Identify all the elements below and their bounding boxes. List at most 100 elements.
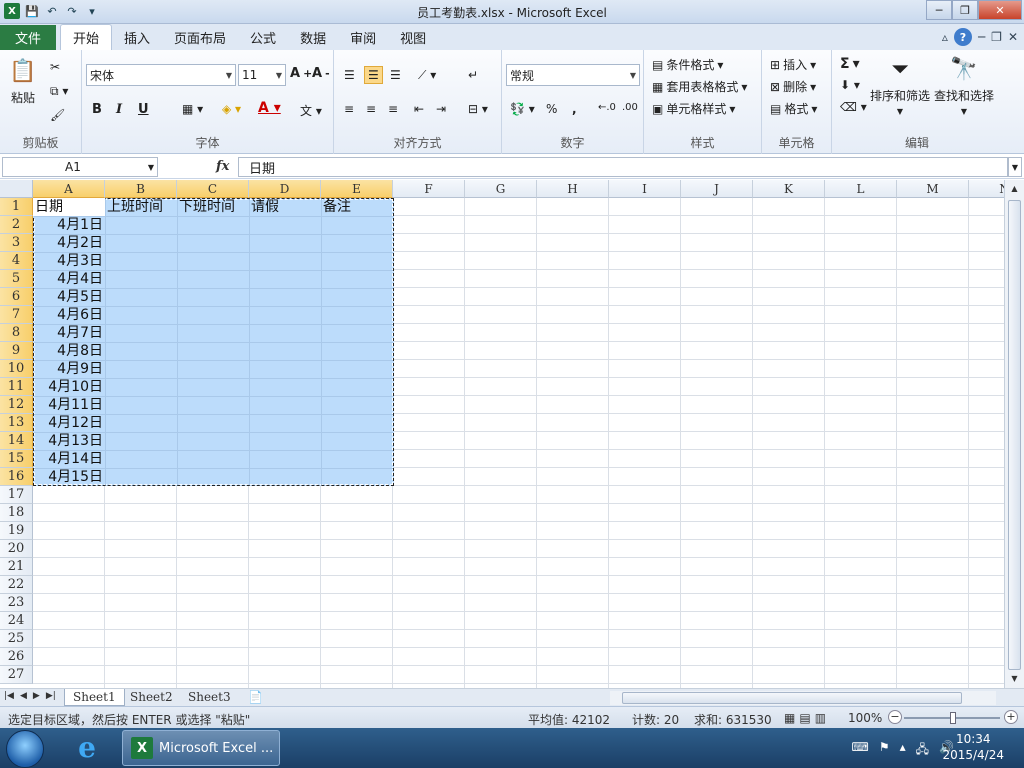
- increase-indent-icon[interactable]: ⇥: [436, 102, 446, 116]
- format-painter-icon[interactable]: 🖌: [50, 108, 65, 122]
- row-header-24[interactable]: 24: [0, 612, 33, 630]
- row-header-8[interactable]: 8: [0, 324, 33, 342]
- date-cell[interactable]: 4月4日: [33, 270, 105, 288]
- column-header-m[interactable]: M: [897, 180, 969, 198]
- zoom-slider[interactable]: − +: [888, 710, 1018, 725]
- date-cell[interactable]: 4月11日: [33, 396, 105, 414]
- date-cell[interactable]: 4月10日: [33, 378, 105, 396]
- date-cell[interactable]: 4月15日: [33, 468, 105, 486]
- date-cell[interactable]: 4月8日: [33, 342, 105, 360]
- row-header-23[interactable]: 23: [0, 594, 33, 612]
- date-cell[interactable]: 4月12日: [33, 414, 105, 432]
- name-box[interactable]: A1 ▼: [2, 157, 158, 177]
- font-color-icon[interactable]: A ▾: [258, 100, 281, 116]
- header-cell[interactable]: 备注: [323, 198, 392, 216]
- row-header-4[interactable]: 4: [0, 252, 33, 270]
- internet-explorer-icon[interactable]: e: [70, 732, 104, 764]
- date-cell[interactable]: 4月5日: [33, 288, 105, 306]
- row-header-27[interactable]: 27: [0, 666, 33, 684]
- help-icon[interactable]: ?: [953, 28, 972, 46]
- wrap-text-icon[interactable]: ↵: [468, 68, 478, 82]
- font-name-combo[interactable]: 宋体 ▼: [86, 64, 236, 86]
- row-header-1[interactable]: 1: [0, 198, 33, 216]
- paste-button[interactable]: 📋 粘贴: [8, 56, 38, 106]
- cut-icon[interactable]: ✂: [50, 60, 60, 74]
- column-header-c[interactable]: C: [177, 180, 249, 198]
- header-cell[interactable]: 日期: [35, 198, 104, 216]
- new-sheet-icon[interactable]: 📄: [240, 689, 271, 706]
- header-cell[interactable]: 请假: [251, 198, 320, 216]
- tab-insert[interactable]: 插入: [112, 24, 162, 50]
- workbook-close-icon[interactable]: ✕: [1008, 30, 1018, 44]
- expand-formula-icon[interactable]: ▼: [1008, 157, 1022, 177]
- header-cell[interactable]: 下班时间: [179, 198, 248, 216]
- zoom-out-icon[interactable]: −: [888, 710, 902, 724]
- align-left-icon[interactable]: ≡: [344, 102, 354, 116]
- align-center-icon[interactable]: ≡: [366, 102, 376, 116]
- date-cell[interactable]: 4月9日: [33, 360, 105, 378]
- align-middle-icon[interactable]: ☰: [364, 66, 383, 84]
- increase-decimal-icon[interactable]: ←.0: [598, 102, 616, 113]
- row-header-26[interactable]: 26: [0, 648, 33, 666]
- restore-button[interactable]: ❐: [952, 0, 978, 20]
- keyboard-icon[interactable]: ⌨: [852, 740, 869, 761]
- find-select-button[interactable]: 🔭 查找和选择 ▼: [934, 54, 994, 117]
- date-cell[interactable]: 4月13日: [33, 432, 105, 450]
- input-method-icon[interactable]: ⚑: [879, 740, 890, 761]
- column-header-k[interactable]: K: [753, 180, 825, 198]
- row-header-14[interactable]: 14: [0, 432, 33, 450]
- column-header-h[interactable]: H: [537, 180, 609, 198]
- comma-button[interactable]: ,: [572, 102, 577, 116]
- tab-formulas[interactable]: 公式: [238, 24, 288, 50]
- phonetic-icon[interactable]: 文 ▾: [300, 102, 322, 119]
- column-header-l[interactable]: L: [825, 180, 897, 198]
- currency-icon[interactable]: 💱 ▾: [510, 102, 535, 116]
- row-header-21[interactable]: 21: [0, 558, 33, 576]
- tab-home[interactable]: 开始: [60, 24, 113, 50]
- row-header-15[interactable]: 15: [0, 450, 33, 468]
- minimize-button[interactable]: ─: [926, 0, 952, 20]
- system-clock[interactable]: 10:34 2015/4/24: [942, 731, 1004, 763]
- insert-function-icon[interactable]: fx: [216, 159, 229, 174]
- workbook-restore-icon[interactable]: ❐: [991, 30, 1002, 44]
- column-header-d[interactable]: D: [249, 180, 321, 198]
- normal-view-icon[interactable]: ▦: [784, 711, 795, 725]
- row-header-17[interactable]: 17: [0, 486, 33, 504]
- sort-filter-button[interactable]: ⏷ 排序和筛选 ▼: [870, 54, 930, 117]
- tab-review[interactable]: 审阅: [338, 24, 388, 50]
- table-format-button[interactable]: ▦ 套用表格格式 ▾: [652, 78, 747, 95]
- show-hidden-icons-icon[interactable]: ▴: [900, 740, 906, 761]
- autosum-button[interactable]: Σ ▾: [840, 56, 860, 72]
- select-all-corner[interactable]: [0, 180, 33, 198]
- orientation-icon[interactable]: ⟋ ▾: [418, 68, 436, 83]
- close-button[interactable]: ✕: [978, 0, 1022, 20]
- page-layout-view-icon[interactable]: ▤: [799, 711, 810, 725]
- merge-center-icon[interactable]: ⊟ ▾: [468, 102, 488, 116]
- date-cell[interactable]: 4月14日: [33, 450, 105, 468]
- worksheet-grid[interactable]: ABCDEFGHIJKLMN12345678910111213141516171…: [0, 180, 1004, 688]
- insert-cells-button[interactable]: ⊞ 插入 ▾: [770, 56, 816, 73]
- font-size-combo[interactable]: 11 ▼: [238, 64, 286, 86]
- tab-view[interactable]: 视图: [388, 24, 438, 50]
- underline-button[interactable]: U: [138, 102, 149, 117]
- scroll-up-icon[interactable]: ▲: [1008, 184, 1021, 196]
- row-header-7[interactable]: 7: [0, 306, 33, 324]
- row-header-5[interactable]: 5: [0, 270, 33, 288]
- row-header-11[interactable]: 11: [0, 378, 33, 396]
- clear-icon[interactable]: ⌫ ▾: [840, 100, 867, 114]
- network-icon[interactable]: 🖧: [916, 740, 929, 761]
- conditional-format-button[interactable]: ▤ 条件格式 ▾: [652, 56, 723, 73]
- bold-button[interactable]: B: [92, 102, 102, 117]
- start-button-icon[interactable]: [6, 730, 44, 768]
- horizontal-scrollbar[interactable]: [610, 691, 996, 705]
- border-icon[interactable]: ▦ ▾: [182, 102, 203, 116]
- row-header-22[interactable]: 22: [0, 576, 33, 594]
- cell-styles-button[interactable]: ▣ 单元格样式 ▾: [652, 100, 735, 117]
- column-header-b[interactable]: B: [105, 180, 177, 198]
- prev-sheet-icon[interactable]: ◀: [20, 691, 27, 701]
- decrease-decimal-icon[interactable]: .00: [622, 102, 638, 113]
- copy-icon[interactable]: ⧉ ▾: [50, 84, 68, 99]
- sheet-tab-sheet3[interactable]: Sheet3: [180, 689, 239, 706]
- last-sheet-icon[interactable]: ▶|: [46, 691, 56, 701]
- formula-input[interactable]: 日期: [238, 157, 1008, 177]
